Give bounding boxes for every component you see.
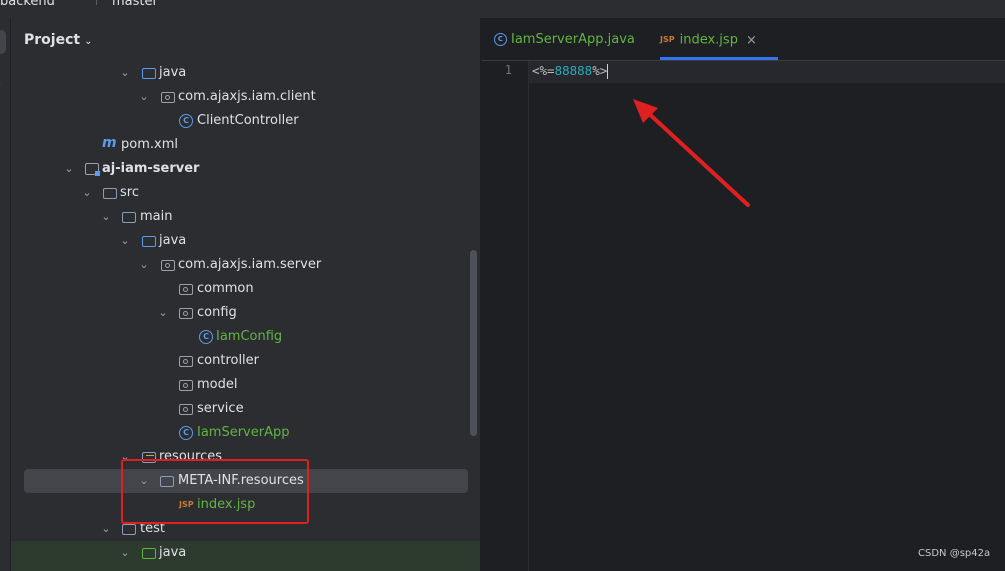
class-icon: C — [179, 426, 193, 440]
project-panel-header[interactable]: Project ⌄ — [24, 32, 92, 48]
code-token: <%= — [532, 63, 555, 78]
chevron-down-icon[interactable]: ⌄ — [63, 157, 75, 181]
watermark: CSDN @sp42a — [918, 548, 991, 559]
chevron-down-icon[interactable]: ⌄ — [81, 181, 93, 205]
code-number: 88888 — [554, 63, 593, 78]
text-caret — [607, 64, 609, 79]
tab-iamserverapp[interactable]: C IamServerApp.java — [494, 18, 635, 60]
tree-row[interactable]: ⌄ com.ajaxjs.iam.server — [11, 253, 480, 277]
tool-dot-icon[interactable]: · — [0, 80, 1, 91]
line-gutter — [482, 61, 529, 571]
tree-row[interactable]: ⌄ aj-iam-server — [11, 157, 480, 181]
editor-pane: C IamServerApp.java JSP index.jsp × 1 <%=88… — [481, 18, 1005, 571]
tree-row[interactable]: m pom.xml — [11, 133, 480, 157]
tree-row[interactable]: ⌄ config — [11, 301, 480, 325]
package-icon — [179, 404, 193, 415]
chevron-down-icon[interactable]: ⌄ — [163, 0, 171, 3]
code-line[interactable]: <%=88888%> — [532, 63, 609, 79]
tree-row[interactable]: controller — [11, 349, 480, 373]
chevron-down-icon[interactable]: ⌄ — [157, 301, 169, 325]
line-number: 1 — [504, 63, 512, 77]
tree-row[interactable]: C IamConfig — [11, 325, 480, 349]
package-icon — [179, 356, 193, 367]
tree-row[interactable]: ⌄ main — [11, 205, 480, 229]
chevron-down-icon[interactable]: ⌄ — [100, 517, 112, 541]
tree-label: src — [120, 185, 139, 200]
chevron-down-icon[interactable]: ⌄ — [62, 0, 70, 3]
tree-row[interactable]: ⌄ java — [11, 61, 480, 85]
tab-index-jsp[interactable]: JSP index.jsp × — [660, 18, 778, 60]
class-icon: C — [494, 33, 507, 46]
tree-label: controller — [197, 353, 260, 368]
chevron-down-icon[interactable]: ⌄ — [119, 229, 131, 253]
tree-label: com.ajaxjs.iam.client — [178, 89, 316, 104]
chevron-down-icon[interactable]: ⌄ — [138, 253, 150, 277]
chevron-down-icon[interactable]: ⌄ — [138, 85, 150, 109]
tree-label: common — [197, 281, 254, 296]
package-icon — [179, 308, 193, 319]
project-tool-button[interactable] — [0, 30, 6, 54]
tree-row[interactable]: ⌄ com.ajaxjs.iam.client — [11, 85, 480, 109]
code-token: %> — [592, 63, 608, 78]
tree-row[interactable]: ⌄ src — [11, 181, 480, 205]
class-icon: C — [179, 114, 193, 128]
annotation-rectangle — [121, 459, 309, 524]
folder-icon — [122, 524, 136, 535]
tab-label: index.jsp — [679, 32, 738, 48]
editor-tabs: C IamServerApp.java JSP index.jsp × — [482, 18, 1005, 61]
chevron-down-icon[interactable]: ⌄ — [100, 205, 112, 229]
tree-row[interactable]: ⌄ java — [11, 541, 480, 571]
maven-icon: m — [102, 135, 117, 151]
tree-label: IamConfig — [216, 329, 283, 344]
package-icon — [179, 380, 193, 391]
tree-row[interactable]: C ClientController — [11, 109, 480, 133]
tree-label: config — [197, 305, 237, 320]
tree-label: java — [159, 545, 187, 560]
tree-row[interactable]: service — [11, 397, 480, 421]
tree-label: com.ajaxjs.iam.server — [178, 257, 322, 272]
jsp-icon: JSP — [660, 35, 675, 44]
tree-label: pom.xml — [121, 137, 178, 152]
module-icon — [85, 163, 100, 176]
branch-icon: ᛘ — [93, 0, 101, 7]
package-icon — [179, 284, 193, 295]
tree-row[interactable]: ⌄ java — [11, 229, 480, 253]
folder-icon — [103, 188, 117, 199]
tree-label: ClientController — [197, 113, 299, 128]
close-icon[interactable]: × — [746, 33, 757, 48]
title-bar: backend ⌄ ᛘ master ⌄ — [0, 0, 1005, 18]
tree-label: model — [197, 377, 238, 392]
chevron-down-icon: ⌄ — [84, 36, 93, 47]
tree-label: main — [140, 209, 173, 224]
project-scrollbar[interactable] — [470, 250, 477, 436]
chevron-down-icon[interactable]: ⌄ — [119, 61, 131, 85]
project-name[interactable]: backend — [0, 0, 55, 9]
tree-row[interactable]: C IamServerApp — [11, 421, 480, 445]
project-panel-title: Project — [24, 32, 81, 48]
package-icon — [161, 92, 175, 103]
folder-icon — [122, 212, 136, 223]
tree-label: aj-iam-server — [102, 161, 200, 176]
tree-label: java — [159, 233, 187, 248]
tree-row[interactable]: model — [11, 373, 480, 397]
package-icon — [161, 260, 175, 271]
folder-icon — [142, 236, 156, 247]
class-icon: C — [199, 330, 213, 344]
chevron-down-icon[interactable]: ⌄ — [119, 541, 131, 565]
tool-window-strip: · — [0, 18, 11, 571]
tree-label: java — [159, 65, 187, 80]
folder-icon — [142, 68, 156, 79]
tree-label: IamServerApp — [197, 425, 290, 440]
tab-label: IamServerApp.java — [511, 32, 635, 47]
tree-row[interactable]: common — [11, 277, 480, 301]
tree-label: service — [197, 401, 244, 416]
folder-icon — [142, 548, 156, 559]
branch-name[interactable]: master — [112, 0, 158, 9]
